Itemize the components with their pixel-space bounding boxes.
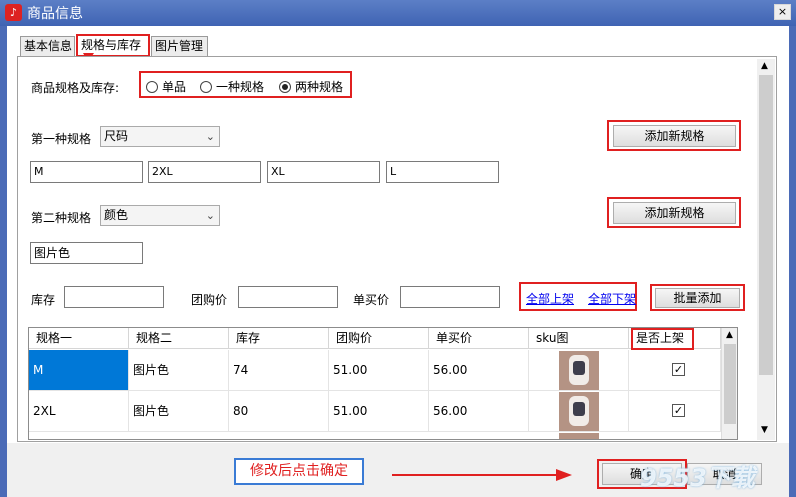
spec-mode-label: 商品规格及库存: — [31, 81, 120, 95]
spec1-value-2[interactable]: 2XL — [148, 161, 261, 183]
stock-label: 库存 — [31, 293, 56, 307]
on-shelf-header-highlight-box — [631, 328, 694, 350]
scroll-up-icon[interactable]: ▲ — [761, 61, 768, 71]
table-row-3-sku-thumbnail[interactable] — [559, 433, 599, 439]
spec1-value-3[interactable]: XL — [267, 161, 380, 183]
window-frame-left — [0, 26, 7, 497]
tab-images[interactable]: 图片管理 — [151, 36, 208, 56]
scrollbar-thumb[interactable] — [759, 75, 773, 375]
spec1-add-button[interactable]: 添加新规格 — [613, 125, 736, 147]
radio-two-specs[interactable]: 两种规格 — [279, 78, 343, 95]
single-price-label: 单买价 — [353, 293, 390, 307]
all-off-shelf-link[interactable]: 全部下架 — [588, 290, 636, 307]
group-price-label: 团购价 — [191, 293, 228, 307]
spec1-label: 第一种规格 — [31, 132, 92, 146]
col-header-spec2[interactable]: 规格二 — [129, 328, 229, 349]
group-price-input[interactable] — [238, 286, 338, 308]
spec1-value-4[interactable]: L — [386, 161, 499, 183]
annotation-note: 修改后点击确定 — [234, 458, 364, 485]
table-row-2-group-price[interactable]: 51.00 — [329, 391, 429, 432]
spec2-value-1[interactable]: 图片色 — [30, 242, 143, 264]
close-button[interactable]: × — [774, 4, 791, 20]
col-header-stock[interactable]: 库存 — [229, 328, 329, 349]
table-scrollbar-thumb[interactable] — [724, 344, 736, 424]
watermark-logo: 9553下载 — [640, 464, 755, 492]
table-row-2-sku-thumbnail[interactable] — [559, 392, 599, 431]
chevron-down-icon: ⌄ — [205, 209, 215, 222]
window-frame-right — [789, 26, 796, 497]
table-row-1-group-price[interactable]: 51.00 — [329, 350, 429, 391]
window-title: 商品信息 — [27, 6, 83, 22]
spec2-add-button[interactable]: 添加新规格 — [613, 202, 736, 224]
scroll-down-icon[interactable]: ▼ — [761, 425, 768, 435]
all-on-shelf-link[interactable]: 全部上架 — [526, 290, 574, 307]
col-header-sku-image[interactable]: sku图 — [529, 328, 629, 349]
table-row-2-spec1[interactable]: 2XL — [29, 391, 129, 432]
radio-two-specs-icon[interactable] — [279, 81, 291, 93]
sku-table: 规格一 规格二 库存 团购价 单买价 sku图 是否上架 M 图片色 74 51… — [28, 327, 738, 440]
title-bar — [0, 0, 796, 26]
table-row-2-on-shelf-checkbox[interactable]: ✓ — [672, 404, 685, 417]
spec2-select[interactable]: 颜色 ⌄ — [100, 205, 220, 226]
col-header-single-price[interactable]: 单买价 — [429, 328, 529, 349]
spec1-value-1[interactable]: M — [30, 161, 143, 183]
table-row-1-spec2[interactable]: 图片色 — [129, 350, 229, 391]
radio-single[interactable]: 单品 — [146, 78, 186, 95]
table-row-1-single-price[interactable]: 56.00 — [429, 350, 529, 391]
app-icon: ♪ — [5, 4, 22, 21]
single-price-input[interactable] — [400, 286, 500, 308]
table-row-1-spec1[interactable]: M — [29, 350, 129, 391]
table-row-1-stock[interactable]: 74 — [229, 350, 329, 391]
radio-one-spec-icon[interactable] — [200, 81, 212, 93]
table-row-2-spec2[interactable]: 图片色 — [129, 391, 229, 432]
radio-single-icon[interactable] — [146, 81, 158, 93]
batch-add-button[interactable]: 批量添加 — [655, 288, 740, 308]
spec1-select[interactable]: 尺码 ⌄ — [100, 126, 220, 147]
chevron-down-icon: ⌄ — [205, 130, 215, 143]
col-header-group-price[interactable]: 团购价 — [329, 328, 429, 349]
table-row-2-single-price[interactable]: 56.00 — [429, 391, 529, 432]
spec2-label: 第二种规格 — [31, 211, 92, 225]
table-scroll-up-icon[interactable]: ▲ — [726, 330, 733, 340]
panel-scrollbar[interactable]: ▲ ▼ — [757, 59, 775, 440]
col-header-spec1[interactable]: 规格一 — [29, 328, 129, 349]
table-row-1-on-shelf-checkbox[interactable]: ✓ — [672, 363, 685, 376]
annotation-arrow — [392, 469, 572, 481]
table-row-1-sku-thumbnail[interactable] — [559, 351, 599, 390]
radio-one-spec[interactable]: 一种规格 — [200, 78, 264, 95]
table-scrollbar[interactable]: ▲ — [721, 328, 737, 439]
stock-input[interactable] — [64, 286, 164, 308]
table-row-2-stock[interactable]: 80 — [229, 391, 329, 432]
